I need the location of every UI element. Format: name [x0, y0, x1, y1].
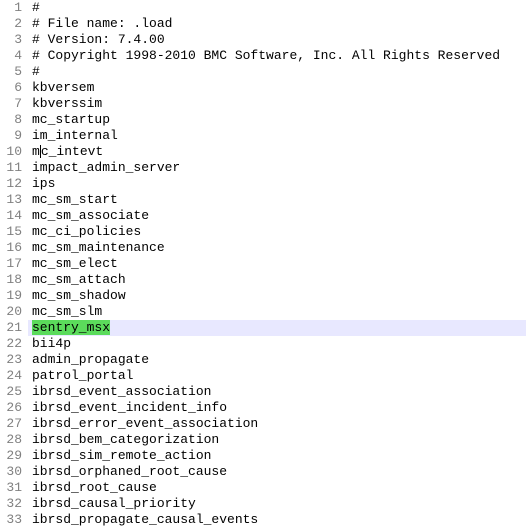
code-line[interactable]: admin_propagate: [28, 352, 526, 368]
line-number: 27: [0, 416, 22, 432]
code-line[interactable]: impact_admin_server: [28, 160, 526, 176]
code-line[interactable]: ibrsd_orphaned_root_cause: [28, 464, 526, 480]
code-line[interactable]: sentry_msx: [28, 320, 526, 336]
code-area[interactable]: ## File name: .load# Version: 7.4.00# Co…: [28, 0, 526, 531]
line-number: 22: [0, 336, 22, 352]
code-editor[interactable]: 1234567891011121314151617181920212223242…: [0, 0, 526, 531]
code-line[interactable]: # Copyright 1998-2010 BMC Software, Inc.…: [28, 48, 526, 64]
code-line[interactable]: mc_sm_attach: [28, 272, 526, 288]
line-number: 5: [0, 64, 22, 80]
code-line[interactable]: mc_ci_policies: [28, 224, 526, 240]
code-line[interactable]: # Version: 7.4.00: [28, 32, 526, 48]
line-number: 18: [0, 272, 22, 288]
code-line[interactable]: patrol_portal: [28, 368, 526, 384]
line-number: 4: [0, 48, 22, 64]
code-line[interactable]: mc_sm_slm: [28, 304, 526, 320]
line-number: 32: [0, 496, 22, 512]
line-number: 3: [0, 32, 22, 48]
line-number: 17: [0, 256, 22, 272]
line-number: 21: [0, 320, 22, 336]
line-number: 30: [0, 464, 22, 480]
line-number: 16: [0, 240, 22, 256]
code-line[interactable]: bii4p: [28, 336, 526, 352]
line-number: 11: [0, 160, 22, 176]
code-line[interactable]: #: [28, 0, 526, 16]
line-number: 15: [0, 224, 22, 240]
code-line[interactable]: ibrsd_event_incident_info: [28, 400, 526, 416]
code-line[interactable]: ips: [28, 176, 526, 192]
line-number: 23: [0, 352, 22, 368]
code-line[interactable]: mc_startup: [28, 112, 526, 128]
line-number: 1: [0, 0, 22, 16]
selected-text[interactable]: sentry_msx: [32, 320, 110, 335]
line-number: 7: [0, 96, 22, 112]
code-line[interactable]: ibrsd_sim_remote_action: [28, 448, 526, 464]
line-number: 8: [0, 112, 22, 128]
line-number: 28: [0, 432, 22, 448]
line-number: 24: [0, 368, 22, 384]
line-number: 29: [0, 448, 22, 464]
code-line[interactable]: ibrsd_bem_categorization: [28, 432, 526, 448]
code-line[interactable]: ibrsd_root_cause: [28, 480, 526, 496]
code-line[interactable]: mc_sm_associate: [28, 208, 526, 224]
code-line[interactable]: im_internal: [28, 128, 526, 144]
line-number: 10: [0, 144, 22, 160]
code-line[interactable]: ibrsd_propagate_causal_events: [28, 512, 526, 528]
line-number: 14: [0, 208, 22, 224]
code-line[interactable]: mc_sm_elect: [28, 256, 526, 272]
code-line[interactable]: # File name: .load: [28, 16, 526, 32]
line-number: 25: [0, 384, 22, 400]
line-number: 26: [0, 400, 22, 416]
line-number: 31: [0, 480, 22, 496]
code-line[interactable]: mc_sm_shadow: [28, 288, 526, 304]
code-line[interactable]: ibrsd_causal_priority: [28, 496, 526, 512]
line-number-gutter: 1234567891011121314151617181920212223242…: [0, 0, 28, 531]
line-number: 33: [0, 512, 22, 528]
line-number: 19: [0, 288, 22, 304]
line-number: 20: [0, 304, 22, 320]
line-number: 6: [0, 80, 22, 96]
line-number: 9: [0, 128, 22, 144]
line-number: 13: [0, 192, 22, 208]
code-line[interactable]: kbverssim: [28, 96, 526, 112]
code-line[interactable]: kbversem: [28, 80, 526, 96]
line-number: 12: [0, 176, 22, 192]
code-line[interactable]: ibrsd_event_association: [28, 384, 526, 400]
code-line[interactable]: mc_sm_start: [28, 192, 526, 208]
code-line[interactable]: ibrsd_error_event_association: [28, 416, 526, 432]
code-line[interactable]: mc_sm_maintenance: [28, 240, 526, 256]
code-line[interactable]: mc_intevt: [28, 144, 526, 160]
line-number: 2: [0, 16, 22, 32]
code-line[interactable]: #: [28, 64, 526, 80]
